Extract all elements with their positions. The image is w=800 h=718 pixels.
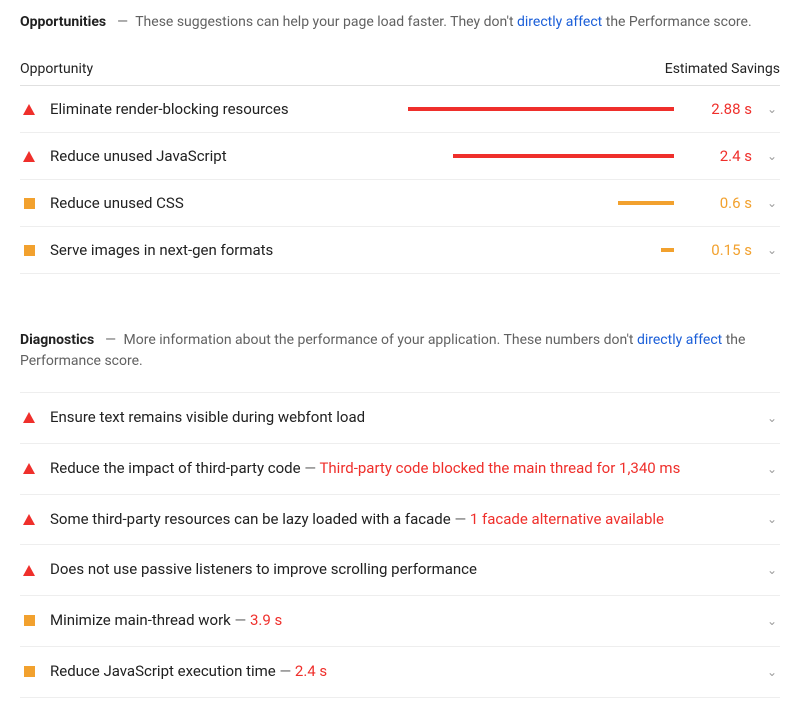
diagnostic-row[interactable]: Some third-party resources can be lazy l… xyxy=(20,495,780,546)
col-opportunity: Opportunity xyxy=(20,61,665,77)
savings-value: 0.6 s xyxy=(692,194,752,212)
directly-affect-link[interactable]: directly affect xyxy=(637,332,722,348)
diagnostics-desc-prefix: More information about the performance o… xyxy=(124,332,637,348)
detail-separator: — xyxy=(276,662,295,680)
diagnostic-label: Ensure text remains visible during webfo… xyxy=(50,408,365,426)
severity-icon-cell xyxy=(20,615,38,626)
col-estimated-savings: Estimated Savings xyxy=(665,61,780,77)
severity-icon-cell xyxy=(20,565,38,576)
opportunities-column-headers: Opportunity Estimated Savings xyxy=(20,53,780,86)
diagnostic-label: Reduce the impact of third-party code xyxy=(50,459,301,477)
detail-separator: — xyxy=(231,611,250,629)
diagnostic-text: Reduce the impact of third-party code — … xyxy=(50,458,752,480)
savings-value: 2.88 s xyxy=(692,100,752,118)
opportunity-label: Reduce unused CSS xyxy=(50,194,390,212)
severity-icon-cell xyxy=(20,514,38,525)
opportunities-list: Eliminate render-blocking resources 2.88 … xyxy=(20,86,780,274)
opportunity-label: Serve images in next-gen formats xyxy=(50,241,390,259)
chevron-down-icon[interactable]: ⌄ xyxy=(764,563,780,577)
chevron-down-icon[interactable]: ⌄ xyxy=(764,149,780,163)
triangle-icon xyxy=(23,565,35,576)
opportunities-desc-suffix: the Performance score. xyxy=(602,14,751,30)
severity-icon-cell xyxy=(20,463,38,474)
diagnostic-detail: 2.4 s xyxy=(295,662,327,680)
dash: — xyxy=(113,14,132,30)
severity-icon-cell xyxy=(20,666,38,677)
chevron-down-icon[interactable]: ⌄ xyxy=(764,102,780,116)
diagnostic-text: Some third-party resources can be lazy l… xyxy=(50,509,752,531)
savings-bar-fill xyxy=(618,201,674,205)
savings-bar-fill xyxy=(453,154,674,158)
savings-value: 2.4 s xyxy=(692,147,752,165)
savings-bar xyxy=(408,201,674,205)
opportunity-label: Eliminate render-blocking resources xyxy=(50,100,390,118)
savings-value: 0.15 s xyxy=(692,241,752,259)
chevron-down-icon[interactable]: ⌄ xyxy=(764,665,780,679)
savings-bar xyxy=(408,248,674,252)
savings-bar xyxy=(408,107,674,111)
diagnostic-row[interactable]: Does not use passive listeners to improv… xyxy=(20,545,780,596)
opportunities-header: Opportunities — These suggestions can he… xyxy=(20,12,780,33)
triangle-icon xyxy=(23,514,35,525)
opportunity-label: Reduce unused JavaScript xyxy=(50,147,390,165)
severity-icon-cell xyxy=(20,151,38,162)
square-icon xyxy=(24,615,35,626)
chevron-down-icon[interactable]: ⌄ xyxy=(764,512,780,526)
diagnostic-text: Does not use passive listeners to improv… xyxy=(50,559,752,581)
triangle-icon xyxy=(23,463,35,474)
detail-separator: — xyxy=(451,510,470,528)
triangle-icon xyxy=(23,104,35,115)
square-icon xyxy=(24,666,35,677)
severity-icon-cell xyxy=(20,198,38,209)
opportunities-desc-prefix: These suggestions can help your page loa… xyxy=(135,14,517,30)
opportunity-row[interactable]: Serve images in next-gen formats 0.15 s ⌄ xyxy=(20,227,780,274)
diagnostic-label: Minimize main-thread work xyxy=(50,611,231,629)
diagnostic-row[interactable]: Reduce the impact of third-party code — … xyxy=(20,444,780,495)
savings-bar-fill xyxy=(408,107,674,111)
detail-separator: — xyxy=(301,459,320,477)
directly-affect-link[interactable]: directly affect xyxy=(517,14,602,30)
diagnostic-row[interactable]: Minimize main-thread work — 3.9 s ⌄ xyxy=(20,596,780,647)
opportunity-row[interactable]: Reduce unused CSS 0.6 s ⌄ xyxy=(20,180,780,227)
severity-icon-cell xyxy=(20,104,38,115)
severity-icon-cell xyxy=(20,245,38,256)
diagnostic-detail: Third-party code blocked the main thread… xyxy=(319,459,680,477)
diagnostic-row[interactable]: Ensure text remains visible during webfo… xyxy=(20,392,780,444)
chevron-down-icon[interactable]: ⌄ xyxy=(764,243,780,257)
diagnostic-label: Does not use passive listeners to improv… xyxy=(50,560,477,578)
square-icon xyxy=(24,245,35,256)
savings-bar xyxy=(408,154,674,158)
triangle-icon xyxy=(23,151,35,162)
triangle-icon xyxy=(23,412,35,423)
diagnostic-text: Reduce JavaScript execution time — 2.4 s xyxy=(50,661,752,683)
diagnostic-text: Ensure text remains visible during webfo… xyxy=(50,407,752,429)
chevron-down-icon[interactable]: ⌄ xyxy=(764,614,780,628)
diagnostic-text: Minimize main-thread work — 3.9 s xyxy=(50,610,752,632)
square-icon xyxy=(24,198,35,209)
chevron-down-icon[interactable]: ⌄ xyxy=(764,462,780,476)
diagnostics-header: Diagnostics — More information about the… xyxy=(20,330,780,372)
chevron-down-icon[interactable]: ⌄ xyxy=(764,196,780,210)
diagnostic-detail: 3.9 s xyxy=(250,611,282,629)
severity-icon-cell xyxy=(20,412,38,423)
diagnostic-detail: 1 facade alternative available xyxy=(470,510,664,528)
diagnostic-row[interactable]: Reduce JavaScript execution time — 2.4 s… xyxy=(20,647,780,698)
savings-bar-fill xyxy=(661,248,674,252)
opportunity-row[interactable]: Reduce unused JavaScript 2.4 s ⌄ xyxy=(20,133,780,180)
chevron-down-icon[interactable]: ⌄ xyxy=(764,411,780,425)
diagnostics-title: Diagnostics xyxy=(20,332,94,348)
diagnostics-list: Ensure text remains visible during webfo… xyxy=(20,392,780,698)
opportunities-title: Opportunities xyxy=(20,14,106,30)
dash: — xyxy=(101,332,120,348)
opportunity-row[interactable]: Eliminate render-blocking resources 2.88 … xyxy=(20,86,780,133)
diagnostic-label: Some third-party resources can be lazy l… xyxy=(50,510,451,528)
diagnostic-label: Reduce JavaScript execution time xyxy=(50,662,276,680)
